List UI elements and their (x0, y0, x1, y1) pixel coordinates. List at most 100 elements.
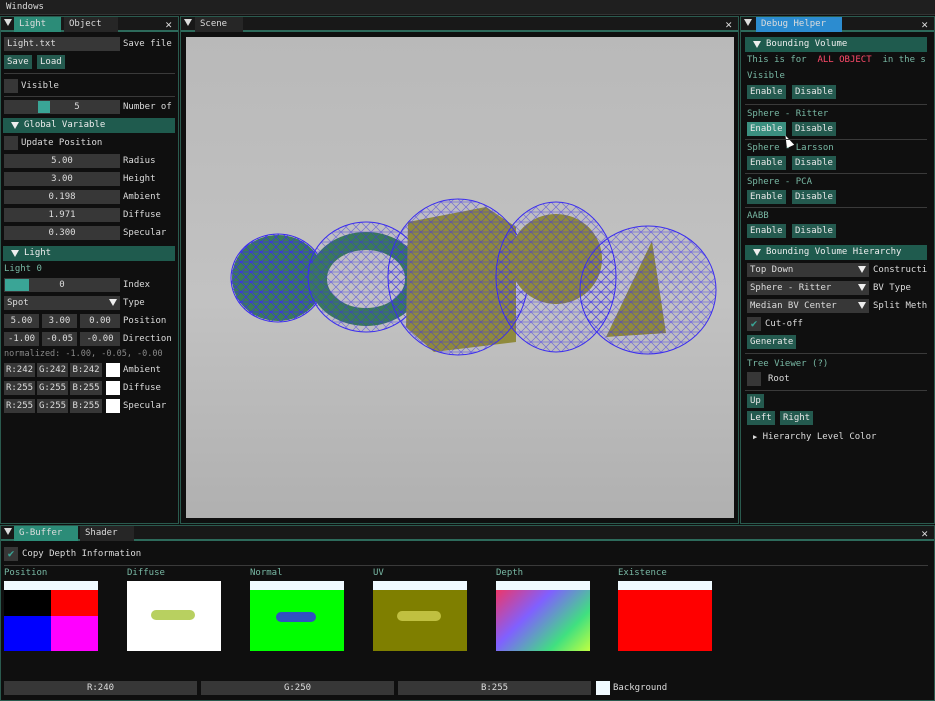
tab-object[interactable]: Object (64, 17, 118, 32)
save-button[interactable]: Save (4, 55, 32, 69)
specular-swatch[interactable] (106, 399, 120, 413)
collapse-icon[interactable] (4, 19, 12, 26)
position-y[interactable]: 3.00 (42, 314, 77, 328)
visible-checkbox[interactable] (4, 79, 18, 93)
copy-depth-checkbox[interactable]: ✔ (4, 547, 18, 561)
visible-enable-button[interactable]: Enable (747, 85, 786, 99)
type-dropdown[interactable]: Spot (4, 296, 120, 310)
diffuse-b[interactable]: B:255 (70, 381, 102, 395)
diffuse-field[interactable]: 1.971 (4, 208, 120, 222)
specular-b[interactable]: B:255 (70, 399, 102, 413)
specular-r[interactable]: R:255 (4, 399, 35, 413)
light-header-title: Light (24, 248, 52, 258)
section-larsson-title: Sphere - Larsson (747, 143, 834, 153)
ambient-b[interactable]: B:242 (70, 363, 102, 377)
direction-z[interactable]: -0.00 (80, 332, 120, 346)
load-button[interactable]: Load (37, 55, 65, 69)
bvh-header[interactable]: Bounding Volume Hierarchy (745, 245, 927, 260)
for-all-objects-text: This is for ALL OBJECT in the s (747, 53, 926, 67)
direction-x[interactable]: -1.00 (4, 332, 39, 346)
position-buffer-image (4, 581, 98, 651)
scene-viewport[interactable] (186, 37, 734, 518)
diffuse-label: Diffuse (123, 210, 161, 220)
ambient-field[interactable]: 0.198 (4, 190, 120, 204)
diffuse-swatch[interactable] (106, 381, 120, 395)
collapse-icon[interactable] (744, 19, 752, 26)
right-button[interactable]: Right (780, 411, 814, 425)
background-g[interactable]: G:250 (201, 681, 394, 695)
ambient-label: Ambient (123, 192, 161, 202)
pca-enable-button[interactable]: Enable (747, 190, 786, 204)
aabb-enable-button[interactable]: Enable (747, 224, 786, 238)
root-checkbox[interactable] (747, 372, 761, 386)
light-header[interactable]: Light (3, 246, 175, 261)
tab-g-buffer[interactable]: G-Buffer (14, 526, 78, 541)
ambient-r[interactable]: R:242 (4, 363, 35, 377)
collapse-icon[interactable] (4, 528, 12, 535)
pca-disable-button[interactable]: Disable (792, 190, 836, 204)
menu-bar: Windows (0, 0, 935, 15)
position-z[interactable]: 0.00 (80, 314, 120, 328)
height-field[interactable]: 3.00 (4, 172, 120, 186)
diffuse-g[interactable]: G:255 (37, 381, 68, 395)
close-icon[interactable]: ✕ (921, 526, 928, 541)
number-slider[interactable]: 5 (4, 100, 120, 114)
scene-render (230, 198, 717, 356)
chevron-down-icon (858, 266, 866, 273)
left-button[interactable]: Left (747, 411, 775, 425)
visible-disable-button[interactable]: Disable (792, 85, 836, 99)
type-label: Type (123, 298, 145, 308)
slider-grab[interactable] (5, 279, 29, 291)
close-icon[interactable]: ✕ (165, 17, 172, 32)
for-all-prefix: This is for (747, 55, 807, 65)
ambient-swatch[interactable] (106, 363, 120, 377)
generate-button[interactable]: Generate (747, 335, 797, 349)
specular-color-label: Specular (123, 401, 167, 411)
index-slider[interactable]: 0 (4, 278, 120, 292)
background-swatch[interactable] (596, 681, 610, 695)
diffuse-color-label: Diffuse (123, 383, 161, 393)
depth-buffer-image (496, 581, 590, 651)
divider (745, 139, 927, 140)
hierarchy-level-color-toggle[interactable]: ▶ Hierarchy Level Color (753, 430, 876, 444)
update-position-label: Update Position (21, 138, 103, 148)
tab-debug-helper[interactable]: Debug Helper (756, 17, 842, 32)
bv-type-dropdown[interactable]: Sphere - Ritter (747, 281, 869, 295)
bounding-volume-header[interactable]: Bounding Volume (745, 37, 927, 52)
ritter-disable-button[interactable]: Disable (792, 122, 836, 136)
specular-g[interactable]: G:255 (37, 399, 68, 413)
specular-field[interactable]: 0.300 (4, 226, 120, 240)
for-all-highlight: ALL OBJECT (817, 55, 872, 65)
radius-field[interactable]: 5.00 (4, 154, 120, 168)
background-b[interactable]: B:255 (398, 681, 591, 695)
slider-grab[interactable] (38, 101, 50, 113)
split-method-label: Split Meth (873, 301, 928, 311)
update-position-checkbox[interactable] (4, 136, 18, 150)
position-x[interactable]: 5.00 (4, 314, 39, 328)
tab-scene[interactable]: Scene (195, 17, 243, 32)
left-tabbar: Light Object ✕ (1, 17, 178, 32)
close-icon[interactable]: ✕ (725, 17, 732, 32)
global-variable-header[interactable]: Global Variable (3, 118, 175, 133)
ritter-enable-button[interactable]: Enable (747, 122, 786, 136)
construction-dropdown[interactable]: Top Down (747, 263, 869, 277)
number-value: 5 (74, 102, 80, 112)
direction-y[interactable]: -0.05 (42, 332, 77, 346)
background-r[interactable]: R:240 (4, 681, 197, 695)
ambient-color-label: Ambient (123, 365, 161, 375)
collapse-icon[interactable] (184, 19, 192, 26)
up-button[interactable]: Up (747, 394, 764, 408)
split-method-dropdown[interactable]: Median BV Center (747, 299, 869, 313)
diffuse-r[interactable]: R:255 (4, 381, 35, 395)
menu-windows[interactable]: Windows (6, 2, 44, 12)
tab-shader[interactable]: Shader (80, 526, 134, 541)
background-label: Background (613, 683, 668, 693)
tab-light[interactable]: Light (14, 17, 61, 32)
larsson-disable-button[interactable]: Disable (792, 156, 836, 170)
aabb-disable-button[interactable]: Disable (792, 224, 836, 238)
larsson-enable-button[interactable]: Enable (747, 156, 786, 170)
ambient-g[interactable]: G:242 (37, 363, 68, 377)
close-icon[interactable]: ✕ (921, 17, 928, 32)
file-name-input[interactable]: Light.txt (4, 37, 120, 51)
cutoff-checkbox[interactable]: ✔ (747, 317, 761, 331)
